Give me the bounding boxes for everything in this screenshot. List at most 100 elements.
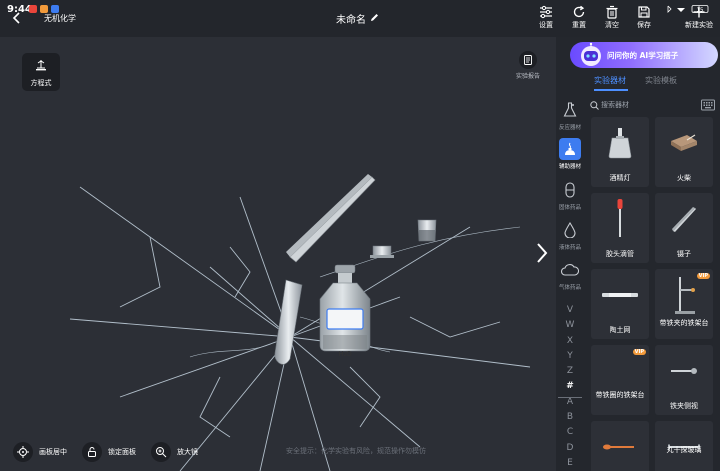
- search-placeholder: 搜索器材: [601, 101, 629, 109]
- lock-panel-button[interactable]: 锁定面板: [82, 441, 136, 463]
- alphabet-index[interactable]: V W X Y Z # A B C D E: [556, 303, 584, 471]
- ai-assistant-banner[interactable]: 问问你的 AI学习搭子: [570, 42, 718, 68]
- equipment-item-spatula[interactable]: [591, 421, 649, 471]
- equipment-item-matches[interactable]: 火柴: [655, 117, 713, 187]
- category-reaction[interactable]: 反应器材: [556, 99, 584, 131]
- experiment-canvas[interactable]: H₂O 方程式 实验报告 画板居中 锁定面板 放大镜 安全提示：化学实验有风险，…: [0, 37, 556, 471]
- document-title[interactable]: 未命名: [336, 11, 366, 26]
- index-letter[interactable]: #: [556, 379, 584, 394]
- reset-button[interactable]: 重置: [564, 5, 594, 35]
- magnifier-button[interactable]: 放大镜: [151, 441, 198, 463]
- save-label: 保存: [637, 21, 651, 29]
- category-auxiliary[interactable]: 辅助器材: [556, 138, 584, 170]
- clear-button[interactable]: 清空: [597, 5, 627, 35]
- equipment-name: 胶头滴管: [606, 250, 634, 258]
- notification-orange-icon: [40, 5, 48, 13]
- app-title: 无机化学: [44, 14, 76, 23]
- equipment-item-iron-stand-ring[interactable]: VIP 带铁圈的铁架台: [591, 345, 649, 415]
- report-icon: [519, 51, 537, 69]
- clear-label: 清空: [605, 21, 619, 29]
- index-letter[interactable]: V: [556, 303, 584, 318]
- equipment-item-alcohol-lamp[interactable]: 酒精灯: [591, 117, 649, 187]
- index-divider: [558, 397, 582, 398]
- pencil-edit-icon[interactable]: [369, 12, 380, 23]
- new-experiment-label: 新建实验: [685, 21, 713, 29]
- equipment-name: 丸十探玻璃: [666, 446, 702, 454]
- iron-stand-icon: [659, 273, 709, 317]
- battery-level: 15: [697, 8, 704, 14]
- index-letter[interactable]: Y: [556, 349, 584, 364]
- equipment-item-glass-rod[interactable]: 丸十探玻璃: [655, 421, 713, 471]
- category-gas-label: 气体药品: [558, 285, 581, 291]
- equipment-name: 带铁圈的铁架台: [595, 391, 645, 399]
- test-tube-object[interactable]: [274, 279, 303, 365]
- reagent-bottle-object[interactable]: [319, 264, 371, 352]
- small-beaker-object[interactable]: [417, 219, 437, 242]
- search-input[interactable]: 搜索器材: [589, 97, 697, 113]
- index-letter[interactable]: C: [556, 425, 584, 440]
- tab-templates[interactable]: 实验模板: [645, 75, 677, 86]
- floppy-disk-icon: [638, 6, 650, 18]
- equation-label: 方程式: [30, 79, 52, 87]
- back-arrow-icon[interactable]: [10, 11, 24, 25]
- equipment-item-clamp-side[interactable]: 铁夹侧视: [655, 345, 713, 415]
- matchbox-icon: [659, 121, 709, 165]
- equipment-item-tweezers[interactable]: 镊子: [655, 193, 713, 263]
- index-letter[interactable]: Z: [556, 364, 584, 379]
- cloud-icon: [559, 259, 581, 281]
- category-liquid[interactable]: 液体药品: [556, 219, 584, 251]
- equipment-item-clay-mesh[interactable]: 陶土网: [591, 269, 649, 339]
- category-auxiliary-label: 辅助器材: [558, 164, 581, 170]
- settings-button[interactable]: 设置: [531, 5, 561, 35]
- iron-clamp-icon: [659, 349, 709, 393]
- alcohol-lamp-icon: [559, 138, 581, 160]
- iron-ring-stand-icon: [595, 349, 645, 393]
- save-button[interactable]: 保存: [629, 5, 659, 35]
- alcohol-lamp-icon: [595, 121, 645, 165]
- equipment-name: 陶土网: [609, 326, 631, 334]
- status-icons: 15: [667, 5, 709, 14]
- experiment-report-button[interactable]: 实验报告: [512, 51, 544, 80]
- index-letter[interactable]: E: [556, 456, 584, 471]
- wifi-icon: [677, 8, 685, 12]
- bottle-label: H₂O: [338, 350, 352, 358]
- top-bar: 9:44 无机化学 未命名 设置 重置 清空 保存 新建实验 15: [0, 0, 720, 37]
- tweezers-object[interactable]: [286, 174, 376, 263]
- equation-button[interactable]: 方程式: [22, 53, 60, 91]
- equipment-name: 镊子: [677, 250, 691, 258]
- sliders-icon: [540, 5, 552, 19]
- center-canvas-button[interactable]: 画板居中: [13, 441, 67, 463]
- settings-label: 设置: [539, 21, 553, 29]
- cracked-glass-overlay: [69, 186, 531, 471]
- robot-avatar-icon: [581, 42, 601, 66]
- spatula-icon: [595, 425, 645, 469]
- scene: [69, 174, 531, 471]
- equipment-name: 火柴: [677, 174, 691, 182]
- keyboard-icon[interactable]: [701, 99, 715, 111]
- search-icon: [590, 101, 599, 110]
- bluetooth-icon: [667, 5, 672, 13]
- category-gas[interactable]: 气体药品: [556, 259, 584, 291]
- safety-tip: 安全提示：化学实验有风险，规范操作勿模仿: [286, 447, 426, 455]
- chevron-right-icon[interactable]: [534, 241, 550, 265]
- center-canvas-label: 画板居中: [39, 448, 67, 456]
- trash-icon: [606, 5, 618, 19]
- index-letter[interactable]: X: [556, 334, 584, 349]
- zoom-in-icon: [151, 442, 171, 462]
- category-solid[interactable]: 固体药品: [556, 179, 584, 211]
- clay-mesh-icon: [595, 273, 645, 317]
- index-letter[interactable]: B: [556, 410, 584, 425]
- reset-label: 重置: [572, 21, 586, 29]
- equipment-item-dropper[interactable]: 胶头滴管: [591, 193, 649, 263]
- equipment-item-iron-stand-clamp[interactable]: VIP 带铁夹的铁架台: [655, 269, 713, 339]
- experiment-report-label: 实验报告: [515, 73, 540, 80]
- equipment-name: 带铁夹的铁架台: [659, 319, 709, 327]
- index-letter[interactable]: D: [556, 441, 584, 456]
- crucible-object[interactable]: [370, 245, 394, 258]
- equipment-name: 酒精灯: [609, 174, 631, 182]
- tab-equipment[interactable]: 实验器材: [594, 75, 626, 86]
- ai-banner-text: 问问你的 AI学习搭子: [607, 51, 679, 60]
- index-letter[interactable]: W: [556, 318, 584, 333]
- droplet-icon: [559, 219, 581, 241]
- equipment-sidebar: 问问你的 AI学习搭子 实验器材 实验模板 反应器材 辅助器材 固体药品 液体药…: [556, 37, 720, 471]
